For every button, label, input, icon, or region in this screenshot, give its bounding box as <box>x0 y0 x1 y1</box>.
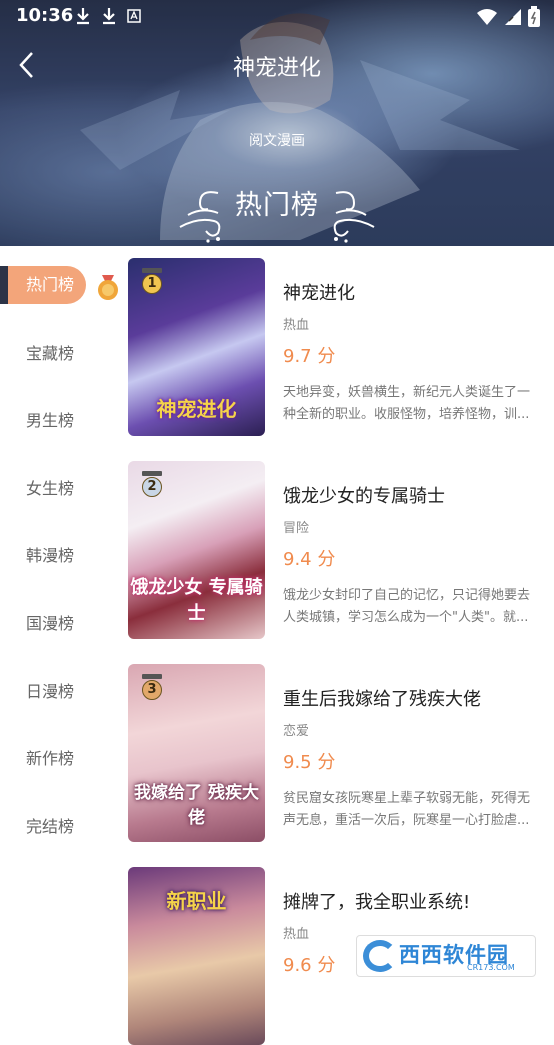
ranking-title: 热门榜 <box>235 190 319 221</box>
status-bar: 10:36 <box>0 0 554 34</box>
rank-badge: 3 <box>140 674 164 700</box>
comic-cover[interactable]: 1 神宠进化 <box>128 258 265 436</box>
cover-title: 新职业 <box>166 889 227 913</box>
status-notifications <box>74 6 142 26</box>
comic-card[interactable]: 2 饿龙少女 专属骑士 饿龙少女的专属骑士 冒险 9.4 分 饿龙少女封印了自己… <box>128 449 554 639</box>
wifi-icon <box>477 9 497 25</box>
comic-cover[interactable]: 3 我嫁给了 残疾大佬 <box>128 664 265 842</box>
comic-description: 天地异变，妖兽横生，新纪元人类诞生了一 种全新的职业。收服怪物，培养怪物，训... <box>283 385 531 422</box>
comic-title[interactable]: 摊牌了，我全职业系统! <box>283 888 470 914</box>
cover-title: 神宠进化 <box>156 397 237 421</box>
comic-genre: 冒险 <box>283 521 310 536</box>
watermark: 西西软件园 CR173.COM <box>356 935 536 977</box>
ranking-sidebar: 热门榜 宝藏榜 男生榜 女生榜 韩漫榜 国漫榜 日漫榜 新作榜 完结榜 <box>0 246 120 984</box>
sidebar-item-domestic[interactable]: 国漫榜 <box>0 605 100 643</box>
sidebar-item-completed[interactable]: 完结榜 <box>0 808 100 846</box>
comic-title[interactable]: 重生后我嫁给了残疾大佬 <box>283 685 481 711</box>
comic-cover[interactable]: 2 饿龙少女 专属骑士 <box>128 461 265 639</box>
sidebar-item-female[interactable]: 女生榜 <box>0 470 100 508</box>
sidebar-item-hot[interactable]: 热门榜 <box>0 266 86 304</box>
rank-badge: 1 <box>140 268 164 294</box>
watermark-logo-icon <box>363 940 397 972</box>
download-icon <box>103 8 115 25</box>
rank-badge: 2 <box>140 471 164 497</box>
comic-description: 贫民窟女孩阮寒星上辈子软弱无能，死得无 声无息，重活一次后，阮寒星一心打脸虐... <box>283 791 531 828</box>
comic-genre: 热血 <box>283 927 310 942</box>
comic-card[interactable]: 3 我嫁给了 残疾大佬 重生后我嫁给了残疾大佬 恋爱 9.5 分 贫民窟女孩阮寒… <box>128 652 554 842</box>
comic-title[interactable]: 饿龙少女的专属骑士 <box>283 482 445 508</box>
active-indicator <box>0 266 8 304</box>
cover-title: 饿龙少女 专属骑士 <box>130 577 263 624</box>
battery-icon <box>528 6 540 27</box>
sidebar-item-korean[interactable]: 韩漫榜 <box>0 537 100 575</box>
sidebar-item-japanese[interactable]: 日漫榜 <box>0 673 100 711</box>
comic-cover[interactable]: 新职业 <box>128 867 265 1045</box>
comic-score: 9.4 分 <box>283 549 336 570</box>
signal-icon <box>505 9 521 25</box>
cover-title: 我嫁给了 残疾大佬 <box>134 783 259 828</box>
publisher-label: 阅文漫画 <box>249 133 305 149</box>
comic-score: 9.7 分 <box>283 346 336 367</box>
font-icon <box>127 9 141 23</box>
comic-title[interactable]: 神宠进化 <box>283 279 355 305</box>
sidebar-item-treasure[interactable]: 宝藏榜 <box>0 335 100 373</box>
download-icon <box>77 8 89 25</box>
status-system-icons <box>476 6 540 28</box>
comic-card[interactable]: 1 神宠进化 神宠进化 热血 9.7 分 天地异变，妖兽横生，新纪元人类诞生了一… <box>128 246 554 436</box>
page-title: 神宠进化 <box>232 56 321 81</box>
status-time: 10:36 <box>16 5 74 26</box>
comic-score: 9.5 分 <box>283 752 336 773</box>
sidebar-item-new[interactable]: 新作榜 <box>0 740 100 778</box>
comic-score: 9.6 分 <box>283 955 336 976</box>
medal-icon <box>98 275 118 300</box>
sidebar-item-male[interactable]: 男生榜 <box>0 402 100 440</box>
comic-genre: 热血 <box>283 318 310 333</box>
ornament-right-icon <box>333 191 375 243</box>
comic-genre: 恋爱 <box>283 724 310 739</box>
comic-description: 饿龙少女封印了自己的记忆，只记得她要去 人类城镇，学习怎么成为一个"人类"。就..… <box>283 588 531 625</box>
